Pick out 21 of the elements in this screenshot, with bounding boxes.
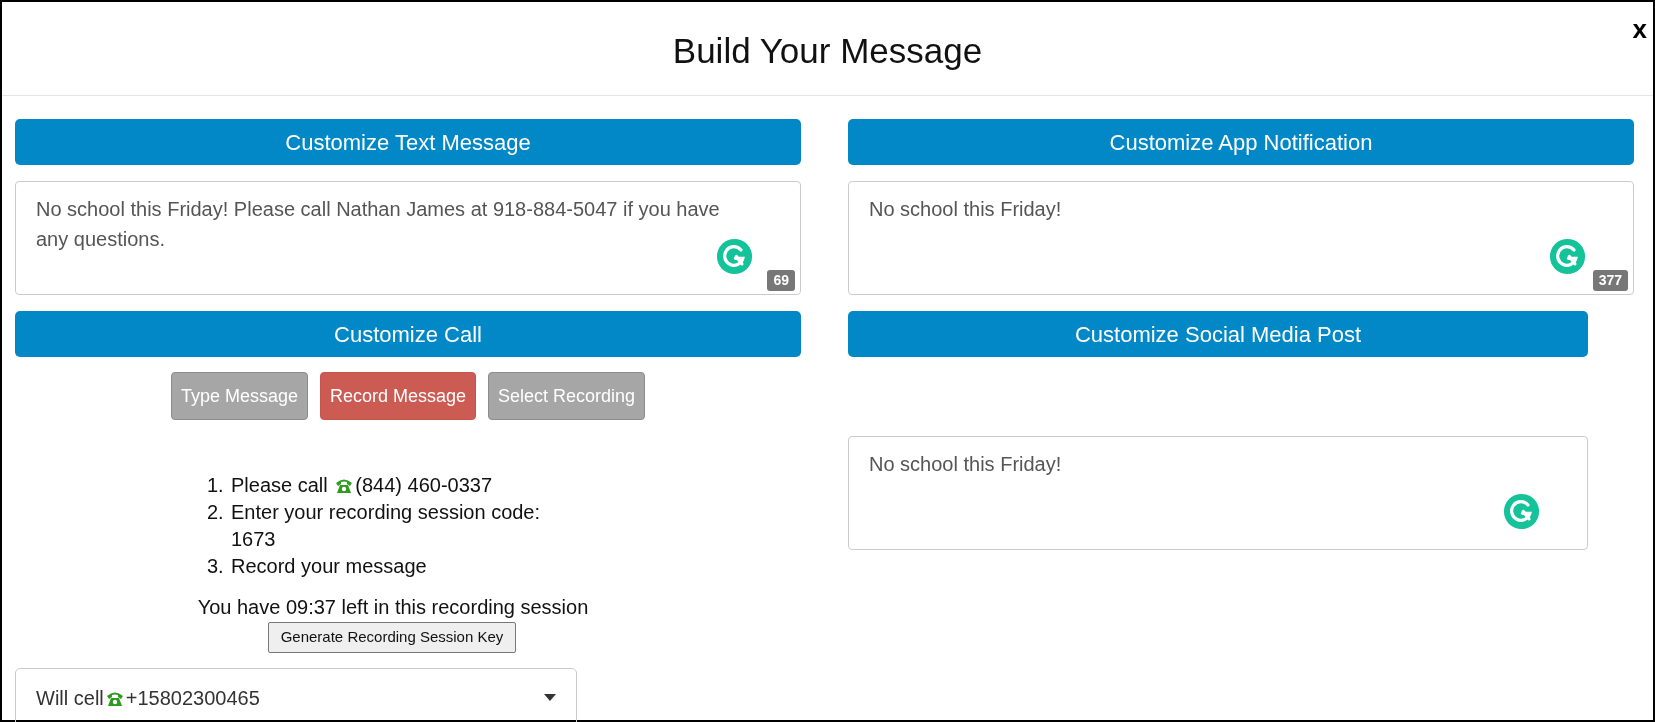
mode-button[interactable]: Record Message (319, 372, 477, 420)
message-field[interactable]: No school this Friday! (848, 436, 1588, 550)
step-number: 2. (207, 500, 225, 525)
step-text: Enter your recording session code: 1673 (231, 501, 541, 550)
step-text: Record your message (231, 555, 427, 577)
character-count: 69 (767, 270, 795, 291)
caret-icon (544, 693, 556, 702)
close-button[interactable]: x (1628, 16, 1651, 42)
timer-text: You have 09:37 left in this recording session (196, 595, 590, 620)
window-title: Build Your Message (672, 29, 983, 72)
character-count: 377 (1592, 270, 1628, 291)
step-number: 1. (207, 473, 225, 498)
generate-key-button[interactable]: Generate Recording Session Key (267, 622, 517, 653)
section-header: Customize Text Message (15, 119, 801, 165)
step-text: Please call (231, 474, 328, 496)
phone-number: (844) 460-0337 (355, 474, 493, 496)
section-header: Customize Call (15, 311, 801, 357)
section-header: Customize Social Media Post (848, 311, 1588, 357)
phone-select[interactable]: Will cell +15802300465 (15, 667, 577, 722)
section-header: Customize App Notification (848, 119, 1634, 165)
step-number: 3. (207, 554, 225, 579)
